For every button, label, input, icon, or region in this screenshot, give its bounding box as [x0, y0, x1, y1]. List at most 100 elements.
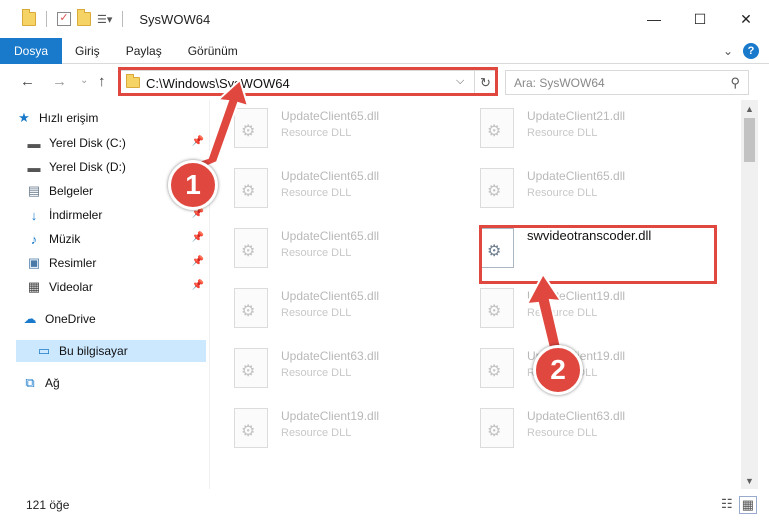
status-bar: 121 öğe ☷ ▦: [0, 489, 769, 529]
navigation-pane: ★ Hızlı erişim ▬ Yerel Disk (C:) 📌 ▬ Yer…: [0, 100, 210, 489]
file-item[interactable]: UpdateClient65.dll Resource DLL: [220, 280, 450, 334]
file-item[interactable]: UpdateClient19.dll Resource DLL: [220, 400, 450, 454]
network-icon: ⧉: [25, 375, 35, 390]
file-type: Resource DLL: [527, 427, 598, 439]
tab-home[interactable]: Giriş: [62, 38, 113, 64]
file-name: UpdateClient65.dll: [281, 289, 380, 303]
file-list: UpdateClient65.dll Resource DLL UpdateCl…: [220, 100, 740, 489]
close-button[interactable]: ✕: [723, 0, 769, 38]
dll-file-icon: [480, 288, 514, 328]
sidebar-item-label: Hızlı erişim: [39, 111, 99, 125]
file-type: Resource DLL: [281, 427, 352, 439]
file-item[interactable]: UpdateClient65.dll Resource DLL: [466, 160, 696, 214]
sidebar-item-label: Müzik: [49, 232, 81, 246]
search-input[interactable]: Ara: SysWOW64 ⚲: [505, 70, 749, 95]
pin-icon: 📌: [191, 256, 204, 267]
sidebar-item-downloads[interactable]: ↓ İndirmeler 📌: [26, 204, 206, 226]
file-type: Resource DLL: [527, 127, 598, 139]
file-name: UpdateClient63.dll: [281, 349, 380, 363]
sidebar-item-label: Yerel Disk (C:): [49, 136, 126, 150]
file-type: Resource DLL: [527, 307, 598, 319]
file-item[interactable]: UpdateClient65.dll Resource DLL: [220, 220, 450, 274]
vertical-scrollbar[interactable]: ▲ ▼: [741, 100, 758, 489]
sidebar-item-network[interactable]: ⧉ Ağ: [22, 372, 206, 394]
toolbar-divider: [46, 11, 47, 27]
file-name: UpdateClient65.dll: [281, 109, 380, 123]
dll-file-icon: [480, 168, 514, 208]
up-button[interactable]: ↑: [98, 73, 106, 90]
forward-button[interactable]: →: [52, 73, 67, 90]
sidebar-item-local-disk-c[interactable]: ▬ Yerel Disk (C:) 📌: [26, 132, 206, 154]
dll-file-icon: [480, 348, 514, 388]
file-highlight: [479, 225, 717, 284]
download-icon: ↓: [30, 207, 38, 223]
scroll-thumb[interactable]: [744, 118, 755, 162]
dll-file-icon: [234, 348, 268, 388]
file-item[interactable]: UpdateClient21.dll Resource DLL: [466, 100, 696, 154]
computer-icon: ▭: [37, 343, 51, 358]
file-type: Resource DLL: [281, 307, 352, 319]
dll-file-icon: [480, 408, 514, 448]
title-bar: ✓ ☰▾ SysWOW64 — ☐ ✕: [0, 0, 769, 38]
step-marker-1: 1: [168, 160, 218, 210]
file-name: UpdateClient65.dll: [527, 169, 626, 183]
search-icon[interactable]: ⚲: [730, 75, 740, 91]
file-item[interactable]: UpdateClient65.dll Resource DLL: [220, 100, 450, 154]
file-type: Resource DLL: [281, 247, 352, 259]
dll-file-icon: [234, 288, 268, 328]
tab-share[interactable]: Paylaş: [113, 38, 175, 64]
dll-file-icon: [234, 168, 268, 208]
window-title: SysWOW64: [139, 11, 211, 27]
search-placeholder: Ara: SysWOW64: [514, 76, 605, 90]
folder-icon[interactable]: [22, 9, 36, 26]
file-item[interactable]: UpdateClient63.dll Resource DLL: [466, 400, 696, 454]
pin-icon: 📌: [191, 280, 204, 291]
file-name: UpdateClient65.dll: [281, 229, 380, 243]
quick-access-toolbar: ✓ ☰▾: [0, 9, 127, 27]
maximize-button[interactable]: ☐: [677, 0, 723, 38]
scroll-down-icon[interactable]: ▼: [741, 472, 758, 489]
file-type: Resource DLL: [281, 367, 352, 379]
tab-file[interactable]: Dosya: [0, 37, 63, 64]
sidebar-item-pictures[interactable]: ▣ Resimler 📌: [26, 252, 206, 274]
file-name: UpdateClient19.dll: [527, 289, 626, 303]
documents-icon: ▤: [27, 183, 41, 198]
address-highlight: [118, 67, 498, 96]
new-folder-icon[interactable]: [77, 9, 91, 26]
sidebar-item-label: OneDrive: [45, 312, 96, 326]
file-item[interactable]: UpdateClient65.dll Resource DLL: [220, 160, 450, 214]
cloud-icon: ☁: [23, 311, 37, 326]
back-button[interactable]: ←: [20, 73, 35, 90]
dll-file-icon: [234, 408, 268, 448]
ribbon-tabs: Dosya Giriş Paylaş Görünüm ⌄ ?: [0, 37, 769, 64]
file-name: UpdateClient65.dll: [281, 169, 380, 183]
minimize-button[interactable]: —: [631, 0, 677, 38]
sidebar-item-this-pc[interactable]: ▭ Bu bilgisayar: [16, 340, 206, 362]
file-name: UpdateClient19.dll: [281, 409, 380, 423]
scroll-up-icon[interactable]: ▲: [741, 100, 758, 117]
drive-icon: ▬: [27, 159, 41, 175]
customize-toolbar-icon[interactable]: ☰▾: [97, 13, 112, 26]
item-count: 121 öğe: [26, 498, 70, 512]
sidebar-item-quick-access[interactable]: ★ Hızlı erişim: [16, 107, 206, 129]
music-icon: ♪: [30, 231, 38, 247]
properties-icon[interactable]: ✓: [57, 12, 71, 26]
sidebar-item-label: Videolar: [49, 280, 93, 294]
sidebar-item-label: Resimler: [49, 256, 97, 270]
file-item[interactable]: UpdateClient19.dll Resource DLL: [466, 280, 696, 334]
file-item[interactable]: UpdateClient63.dll Resource DLL: [220, 340, 450, 394]
recent-locations-button[interactable]: ⌄: [80, 75, 88, 86]
toolbar-divider: [122, 11, 124, 27]
help-icon[interactable]: ?: [743, 43, 759, 59]
details-view-icon[interactable]: ☷: [721, 496, 733, 514]
pictures-icon: ▣: [27, 255, 41, 270]
tiles-view-icon[interactable]: ▦: [738, 496, 757, 514]
sidebar-item-music[interactable]: ♪ Müzik 📌: [26, 228, 206, 250]
pin-icon: 📌: [191, 232, 204, 243]
sidebar-item-videos[interactable]: ▦ Videolar 📌: [26, 276, 206, 298]
sidebar-item-onedrive[interactable]: ☁ OneDrive: [22, 308, 206, 330]
sidebar-item-label: Ağ: [45, 376, 60, 390]
tab-view[interactable]: Görünüm: [175, 38, 251, 64]
drive-icon: ▬: [27, 135, 41, 151]
expand-ribbon-icon[interactable]: ⌄: [723, 44, 733, 58]
